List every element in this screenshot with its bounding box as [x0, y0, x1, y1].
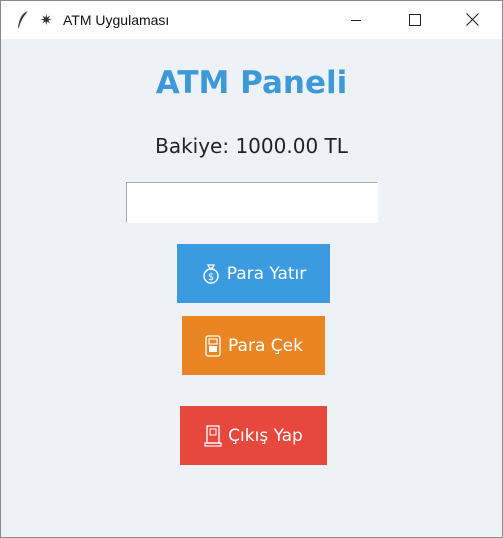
- close-icon[interactable]: [449, 1, 495, 39]
- svg-text:$: $: [208, 272, 214, 283]
- app-window: ✷ ATM Uygulaması ATM Paneli Bakiye: 1000…: [0, 0, 503, 538]
- exit-button[interactable]: Çıkış Yap: [180, 406, 327, 465]
- window-title: ATM Uygulaması: [63, 12, 170, 28]
- money-bag-icon: $: [203, 263, 219, 284]
- sparkle-icon: ✷: [40, 11, 53, 29]
- amount-input[interactable]: [126, 182, 378, 223]
- minimize-icon[interactable]: [333, 1, 379, 39]
- deposit-button-label: Para Yatır: [226, 263, 307, 284]
- deposit-button[interactable]: $ Para Yatır: [177, 244, 330, 303]
- withdraw-button-label: Para Çek: [228, 335, 303, 356]
- feather-icon: [18, 10, 29, 29]
- maximize-icon[interactable]: [391, 1, 437, 39]
- balance-label: Bakiye: 1000.00 TL: [155, 134, 348, 158]
- atm-icon: [205, 334, 221, 357]
- withdraw-button[interactable]: Para Çek: [182, 316, 325, 375]
- page-title: ATM Paneli: [155, 65, 348, 101]
- exit-door-icon: [204, 424, 222, 447]
- exit-button-label: Çıkış Yap: [228, 425, 303, 446]
- title-bar: ✷ ATM Uygulaması: [1, 1, 502, 39]
